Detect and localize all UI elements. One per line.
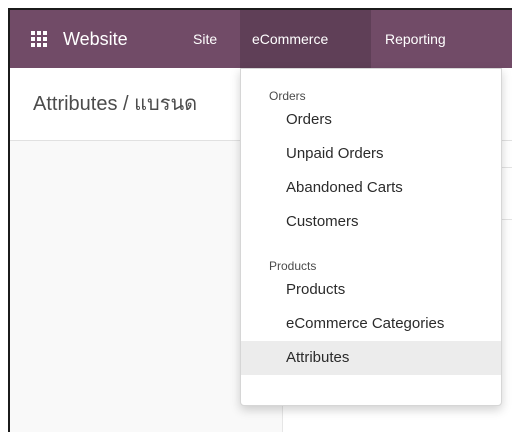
top-navbar: Website Site eCommerce Reporting Co [10,10,512,68]
menu-configuration[interactable]: Co [502,10,512,68]
app-name[interactable]: Website [63,10,128,68]
menu-item-products[interactable]: Products [241,273,501,307]
menu-item-orders[interactable]: Orders [241,103,501,137]
menu-reporting[interactable]: Reporting [373,10,458,68]
breadcrumb[interactable]: Attributes / แบรนด [33,68,197,140]
menu-ecommerce[interactable]: eCommerce [240,10,371,68]
menu-item-ecommerce-categories[interactable]: eCommerce Categories [241,307,501,341]
ecommerce-dropdown-menu: Orders Orders Unpaid Orders Abandoned Ca… [240,68,502,406]
menu-site[interactable]: Site [181,10,229,68]
menu-item-attributes[interactable]: Attributes [241,341,501,375]
menu-item-abandoned-carts[interactable]: Abandoned Carts [241,171,501,205]
dropdown-header-products: Products [269,259,317,273]
menu-item-customers[interactable]: Customers [241,205,501,239]
apps-grid-icon[interactable] [30,30,48,48]
dropdown-header-orders: Orders [269,89,306,103]
menu-item-unpaid-orders[interactable]: Unpaid Orders [241,137,501,171]
app-window: Website Site eCommerce Reporting Co Attr… [8,8,512,432]
